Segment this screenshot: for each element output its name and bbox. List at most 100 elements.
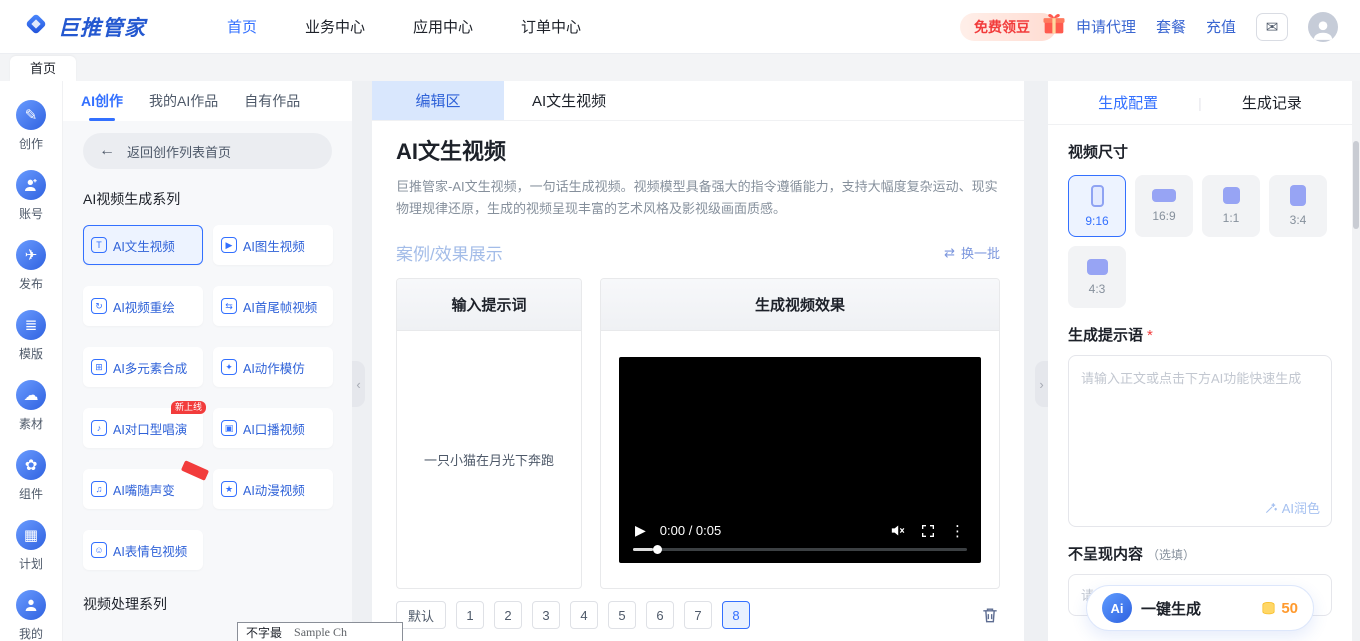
video-player[interactable]: ▶ 0:00 / 0:05 ⋮ [619, 356, 981, 563]
ratio-4-3[interactable]: 4:3 [1068, 246, 1126, 308]
nav-app-center[interactable]: 应用中心 [413, 16, 473, 37]
prompt-card: 输入提示词 一只小猫在月光下奔跑 [396, 278, 582, 589]
avatar[interactable] [1308, 11, 1338, 42]
page-scrollbar[interactable] [1352, 81, 1360, 641]
generate-label: 一键生成 [1141, 600, 1202, 618]
magic-wand-icon [1265, 502, 1277, 513]
editor-tabs: 编辑区 AI文生视频 [372, 81, 1024, 121]
tool-video-repaint[interactable]: ↻ AI视频重绘 [83, 286, 203, 326]
back-to-list-button[interactable]: ← 返回创作列表首页 [83, 133, 332, 169]
free-beans-button[interactable]: 免费领豆 [959, 12, 1065, 41]
fullscreen-icon[interactable] [920, 523, 936, 539]
tab-my-ai-works[interactable]: 我的AI作品 [149, 81, 218, 121]
rail-label: 我的 [18, 627, 43, 641]
ratio-label: 16:9 [1152, 209, 1176, 223]
refresh-label: 换一批 [960, 246, 1000, 262]
video-progress-bar[interactable] [633, 544, 967, 554]
tab-generation-history[interactable]: 生成记录 [1242, 92, 1302, 113]
page-button-7[interactable]: 7 [684, 601, 713, 629]
brand[interactable]: 巨推管家 [22, 10, 197, 43]
ratio-16-9[interactable]: 16:9 [1135, 175, 1193, 237]
ratio-label: 4:3 [1088, 281, 1106, 296]
tool-first-last-frame[interactable]: ⇆ AI首尾帧视频 [213, 286, 333, 326]
ai-tools-panel: AI创作 我的AI作品 自有作品 ← 返回创作列表首页 AI视频生成系列 T A… [62, 81, 352, 641]
rail-item-assets[interactable]: ☁ 素材 [0, 371, 62, 441]
tool-voice-morph[interactable]: ♫ AI嘴随声变 [83, 460, 210, 509]
page-button-1[interactable]: 1 [456, 601, 485, 629]
optional-hint: （选填） [1147, 548, 1196, 562]
page-button-8[interactable]: 8 [722, 601, 751, 629]
tool-label: AI图生视频 [243, 239, 305, 254]
landscape-rect-icon [1152, 189, 1176, 202]
tool-lipsync-sing[interactable]: 新上线 ♪ AI对口型唱演 [83, 401, 206, 448]
ratio-3-4[interactable]: 3:4 [1269, 175, 1327, 237]
play-icon[interactable]: ▶ [635, 522, 646, 539]
page-button-2[interactable]: 2 [494, 601, 523, 629]
rail-item-publish[interactable]: ✈ 发布 [0, 231, 62, 301]
tool-motion-mimic[interactable]: ✦ AI动作模仿 [213, 347, 333, 387]
panel-body: ← 返回创作列表首页 AI视频生成系列 T AI文生视频 ▶ AI图生视频 ↻ … [63, 121, 352, 641]
tab-generation-config[interactable]: 生成配置 [1098, 92, 1158, 113]
video-time: 0:00 / 0:05 [659, 523, 722, 539]
page-tab-home[interactable]: 首页 [10, 56, 77, 81]
collapse-left-handle[interactable]: ‹ [352, 361, 365, 407]
mail-button[interactable]: ✉ [1256, 12, 1288, 41]
delete-button[interactable] [980, 605, 1000, 625]
panel-tabs: AI创作 我的AI作品 自有作品 [63, 81, 352, 121]
ratio-label: 1:1 [1222, 211, 1240, 225]
tool-talking-video[interactable]: ▣ AI口播视频 [213, 408, 333, 448]
ratio-9-16[interactable]: 9:16 [1068, 175, 1126, 237]
apply-agent-link[interactable]: 申请代理 [1076, 16, 1136, 37]
layout: ✎ 创作 账号 ✈ 发布 ≣ 模版 ☁ 素材 ✿ 组件 ▦ 计划 我的 AI创作… [0, 81, 1360, 641]
exclude-title: 不呈现内容 [1068, 546, 1144, 563]
exclude-label-row: 不呈现内容 （选填） [1068, 543, 1332, 564]
rail-item-plan[interactable]: ▦ 计划 [0, 511, 62, 581]
video-controls: ▶ 0:00 / 0:05 ⋮ [619, 514, 981, 548]
rail-item-create[interactable]: ✎ 创作 [0, 91, 62, 161]
scrollbar-thumb[interactable] [1353, 141, 1359, 229]
example-prompt: 一只小猫在月光下奔跑 [423, 453, 554, 469]
mute-icon[interactable] [889, 522, 906, 539]
more-options-icon[interactable]: ⋮ [950, 522, 965, 540]
tool-multi-element[interactable]: ⊞ AI多元素合成 [83, 347, 203, 387]
collapse-right-handle[interactable]: › [1035, 361, 1048, 407]
nav-home[interactable]: 首页 [227, 16, 257, 37]
tab-text-to-video[interactable]: AI文生视频 [504, 81, 634, 120]
ai-polish-button[interactable]: AI润色 [1264, 498, 1320, 517]
generate-button[interactable]: Ai 一键生成 50 [1086, 585, 1314, 631]
ratio-1-1[interactable]: 1:1 [1202, 175, 1260, 237]
portrait-rect-icon [1090, 184, 1104, 207]
popup-text: 不字最 [246, 625, 283, 640]
tool-anime-video[interactable]: ★ AI动漫视频 [213, 469, 333, 509]
nav-order-center[interactable]: 订单中心 [521, 16, 581, 37]
tool-label: AI多元素合成 [113, 361, 188, 376]
page-button-4[interactable]: 4 [570, 601, 599, 629]
rail-item-components[interactable]: ✿ 组件 [0, 441, 62, 511]
rail-item-account[interactable]: 账号 [0, 161, 62, 231]
ai-badge-icon: Ai [1102, 593, 1132, 623]
prompt-card-title: 输入提示词 [397, 279, 581, 332]
rail-item-profile[interactable]: 我的 [0, 581, 62, 641]
assets-cloud-icon: ☁ [16, 380, 46, 410]
tab-ai-create[interactable]: AI创作 [81, 81, 123, 121]
page-button-6[interactable]: 6 [646, 601, 675, 629]
tab-edit-zone[interactable]: 编辑区 [372, 81, 504, 120]
prompt-card-body: 一只小猫在月光下奔跑 [397, 331, 581, 588]
plans-link[interactable]: 套餐 [1156, 16, 1186, 37]
tab-own-works[interactable]: 自有作品 [244, 81, 300, 121]
page-button-3[interactable]: 3 [532, 601, 561, 629]
tool-text-to-video[interactable]: T AI文生视频 [83, 225, 203, 265]
tool-meme-video[interactable]: ☺ AI表情包视频 [83, 530, 203, 570]
recharge-link[interactable]: 充值 [1206, 16, 1236, 37]
showcase-header: 案例/效果展示 ⇄ 换一批 [396, 240, 1000, 265]
refresh-button[interactable]: ⇄ 换一批 [944, 243, 1000, 262]
tool-image-to-video[interactable]: ▶ AI图生视频 [213, 225, 333, 265]
required-mark: * [1147, 327, 1153, 344]
page-button-5[interactable]: 5 [608, 601, 637, 629]
components-icon: ✿ [16, 450, 46, 480]
nav-business-center[interactable]: 业务中心 [305, 16, 365, 37]
showcase-title: 案例/效果展示 [396, 245, 503, 265]
page-default-button[interactable]: 默认 [396, 601, 447, 629]
rail-item-template[interactable]: ≣ 模版 [0, 301, 62, 371]
template-icon: ≣ [16, 310, 46, 340]
